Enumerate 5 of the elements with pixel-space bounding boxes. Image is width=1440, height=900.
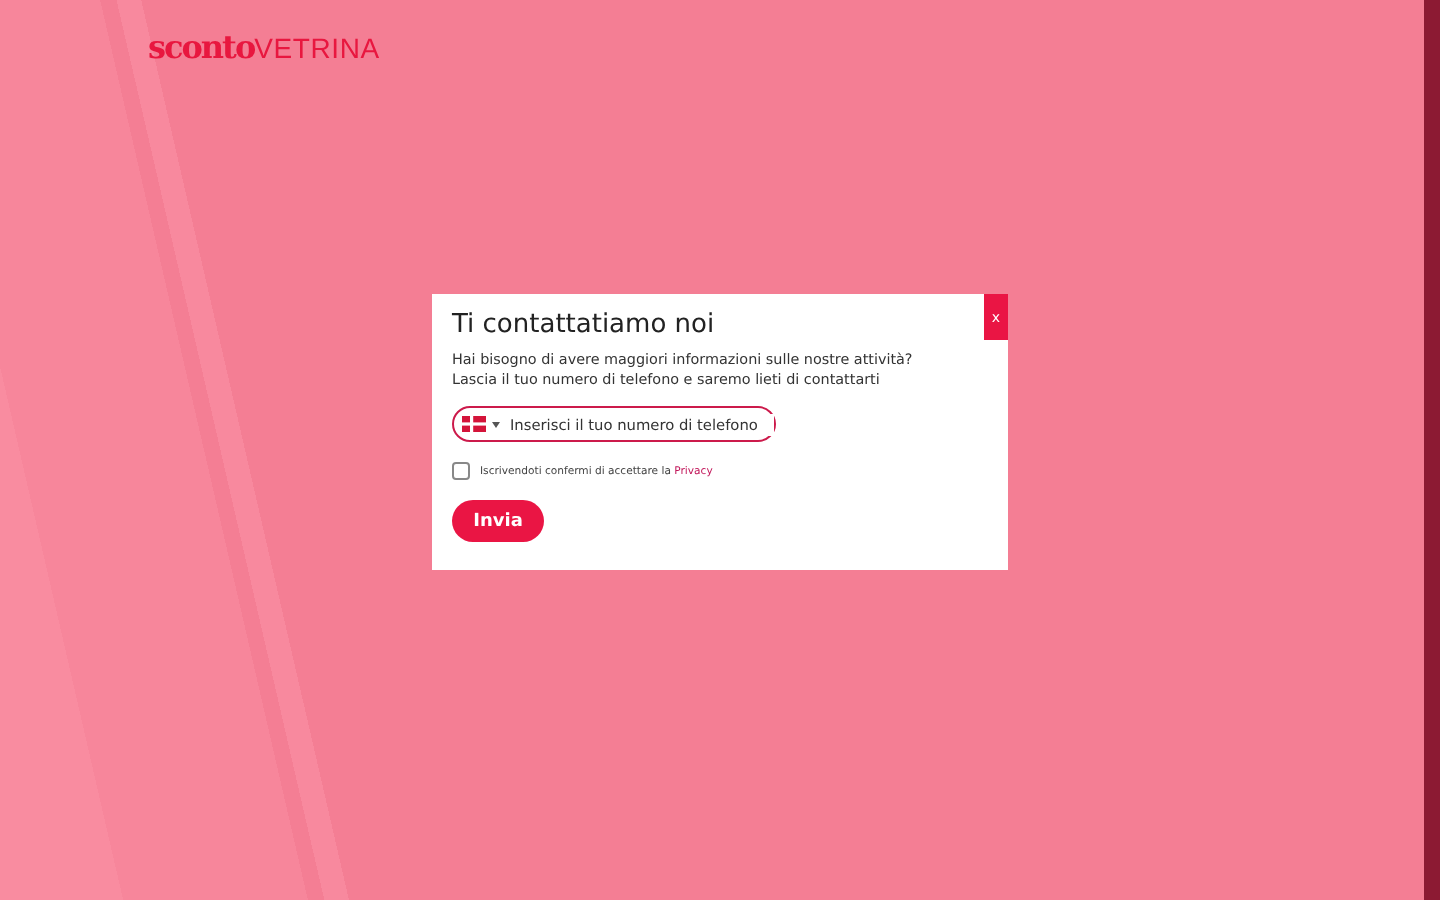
caret-icon bbox=[492, 421, 500, 427]
flag-icon bbox=[462, 416, 486, 432]
consent-checkbox[interactable] bbox=[452, 462, 470, 480]
submit-button[interactable]: Invia bbox=[452, 500, 544, 542]
dialog-title: Ti contattatiamo noi bbox=[452, 310, 717, 340]
